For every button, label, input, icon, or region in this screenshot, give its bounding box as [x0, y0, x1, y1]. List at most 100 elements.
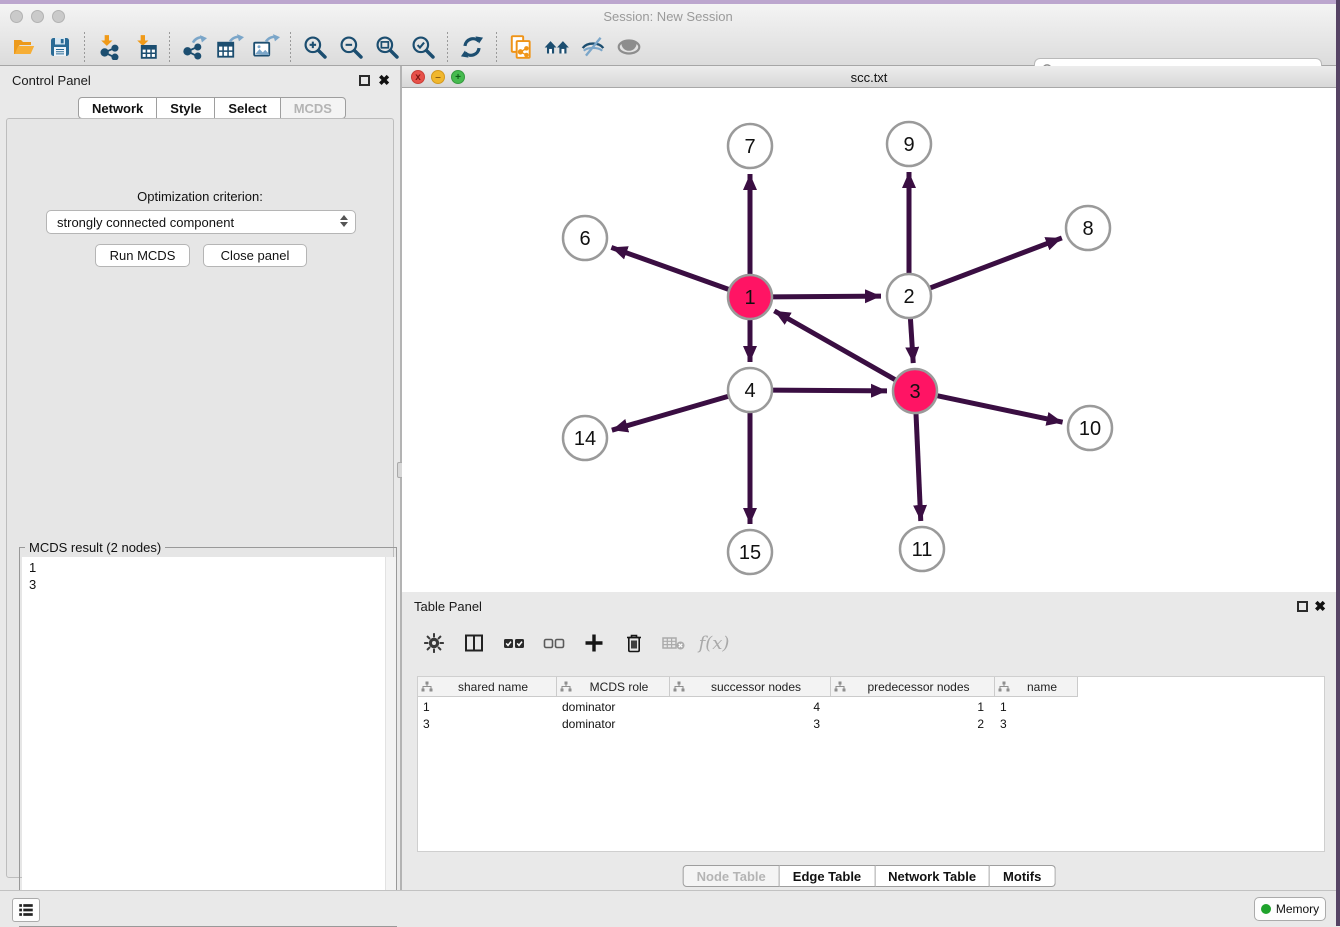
- table-row[interactable]: 3dominator323: [418, 715, 1078, 732]
- import-table-icon[interactable]: [127, 31, 163, 63]
- refresh-icon[interactable]: [454, 31, 490, 63]
- tab-mcds[interactable]: MCDS: [281, 97, 346, 119]
- tab-node-table[interactable]: Node Table: [683, 865, 780, 887]
- toolbar-separator: [447, 32, 448, 62]
- tab-select[interactable]: Select: [215, 97, 280, 119]
- float-panel-icon[interactable]: [359, 75, 370, 86]
- column-header-predecessor-nodes[interactable]: predecessor nodes: [831, 677, 995, 697]
- node-label-1: 1: [744, 287, 755, 309]
- zoom-out-icon[interactable]: [333, 31, 369, 63]
- network-canvas[interactable]: 1234678910111415: [402, 88, 1336, 592]
- desktop-edge-right: [1336, 0, 1340, 926]
- node-label-10: 10: [1079, 418, 1101, 440]
- node-label-3: 3: [909, 381, 920, 403]
- cell-successor-nodes: 3: [670, 715, 831, 732]
- edge-3-1[interactable]: [774, 311, 896, 380]
- app-titlebar[interactable]: Session: New Session: [0, 4, 1336, 28]
- table-header-row: shared nameMCDS rolesuccessor nodesprede…: [418, 677, 1078, 697]
- tab-network[interactable]: Network: [78, 97, 157, 119]
- main-toolbar: [0, 28, 1336, 66]
- window-title: Session: New Session: [0, 9, 1336, 24]
- edge-3-10[interactable]: [937, 396, 1063, 423]
- edge-4-14[interactable]: [612, 396, 729, 430]
- node-label-9: 9: [903, 134, 914, 156]
- tab-network-table[interactable]: Network Table: [875, 865, 990, 887]
- cell-shared-name: 3: [418, 715, 557, 732]
- select-all-icon[interactable]: [496, 625, 532, 661]
- edge-4-3[interactable]: [772, 390, 887, 391]
- zoom-fit-icon[interactable]: [369, 31, 405, 63]
- export-table-icon[interactable]: [212, 31, 248, 63]
- memory-status-dot: [1261, 904, 1271, 914]
- network-window: x – + scc.txt 1234678910111415: [402, 66, 1336, 592]
- table-tabs: Node TableEdge TableNetwork TableMotifs: [683, 865, 1056, 887]
- edge-2-3[interactable]: [910, 318, 913, 363]
- close-table-panel-icon[interactable]: ✖: [1314, 599, 1326, 613]
- zoom-in-icon[interactable]: [297, 31, 333, 63]
- run-mcds-button[interactable]: Run MCDS: [95, 244, 190, 267]
- add-row-icon[interactable]: [576, 625, 612, 661]
- tab-edge-table[interactable]: Edge Table: [780, 865, 875, 887]
- toolbar-separator: [496, 32, 497, 62]
- app-screen: Session: New Session: [0, 0, 1340, 926]
- show-column-icon[interactable]: [456, 625, 492, 661]
- app-header: Session: New Session: [0, 4, 1336, 66]
- column-header-name[interactable]: name: [995, 677, 1078, 697]
- settings-gear-icon[interactable]: [416, 625, 452, 661]
- column-header-MCDS-role[interactable]: MCDS role: [557, 677, 670, 697]
- network-window-title: scc.txt: [402, 70, 1336, 85]
- cell-MCDS-role: dominator: [557, 698, 670, 715]
- delete-row-icon[interactable]: [616, 625, 652, 661]
- mcds-result-label: MCDS result (2 nodes): [25, 540, 165, 555]
- chevron-updown-icon: [340, 215, 348, 227]
- edge-2-8[interactable]: [930, 238, 1062, 288]
- zoom-selected-icon[interactable]: [405, 31, 441, 63]
- criterion-value: strongly connected component: [57, 215, 234, 230]
- criterion-dropdown[interactable]: strongly connected component: [46, 210, 356, 234]
- tab-style[interactable]: Style: [157, 97, 215, 119]
- tab-motifs[interactable]: Motifs: [990, 865, 1055, 887]
- mcds-result-values: 13: [29, 559, 36, 593]
- export-network-icon[interactable]: [176, 31, 212, 63]
- import-network-icon[interactable]: [91, 31, 127, 63]
- open-folder-icon[interactable]: [6, 31, 42, 63]
- network-window-titlebar[interactable]: x – + scc.txt: [402, 66, 1336, 88]
- mcds-result-group: MCDS result (2 nodes) 13: [19, 547, 397, 927]
- hide-selected-icon[interactable]: [575, 31, 611, 63]
- close-panel-icon[interactable]: ✖: [378, 73, 390, 87]
- table-panel: Table Panel ✖: [402, 592, 1336, 890]
- table-panel-title: Table Panel: [414, 599, 482, 614]
- save-icon[interactable]: [42, 31, 78, 63]
- column-header-successor-nodes[interactable]: successor nodes: [670, 677, 831, 697]
- edge-3-11[interactable]: [916, 413, 921, 521]
- clone-network-icon[interactable]: [503, 31, 539, 63]
- cell-shared-name: 1: [418, 698, 557, 715]
- cell-name: 3: [995, 715, 1078, 732]
- delete-table-icon: [656, 625, 692, 661]
- column-header-shared-name[interactable]: shared name: [418, 677, 557, 697]
- close-panel-button[interactable]: Close panel: [203, 244, 307, 267]
- edge-1-6[interactable]: [611, 247, 729, 289]
- node-label-15: 15: [739, 542, 761, 564]
- float-table-panel-icon[interactable]: [1297, 601, 1308, 612]
- node-table: shared nameMCDS rolesuccessor nodesprede…: [417, 676, 1325, 852]
- show-all-icon[interactable]: [611, 31, 647, 63]
- node-label-6: 6: [579, 228, 590, 250]
- cell-MCDS-role: dominator: [557, 715, 670, 732]
- status-bar: Memory: [0, 890, 1336, 926]
- first-neighbors-icon[interactable]: [539, 31, 575, 63]
- control-panel: Control Panel ✖ NetworkStyleSelectMCDS O…: [0, 66, 400, 890]
- control-panel-tabs: NetworkStyleSelectMCDS: [78, 97, 346, 119]
- export-image-icon[interactable]: [248, 31, 284, 63]
- table-toolbar: f(x): [416, 622, 732, 664]
- desktop-edge-top: [0, 0, 1340, 4]
- cell-successor-nodes: 4: [670, 698, 831, 715]
- mcds-result-box: 13: [22, 557, 396, 926]
- deselect-all-icon[interactable]: [536, 625, 572, 661]
- task-history-button[interactable]: [12, 898, 40, 922]
- table-row[interactable]: 1dominator411: [418, 698, 1078, 715]
- result-scrollbar[interactable]: [385, 557, 396, 926]
- memory-button[interactable]: Memory: [1254, 897, 1326, 921]
- node-label-7: 7: [744, 136, 755, 158]
- edge-1-2[interactable]: [772, 296, 881, 297]
